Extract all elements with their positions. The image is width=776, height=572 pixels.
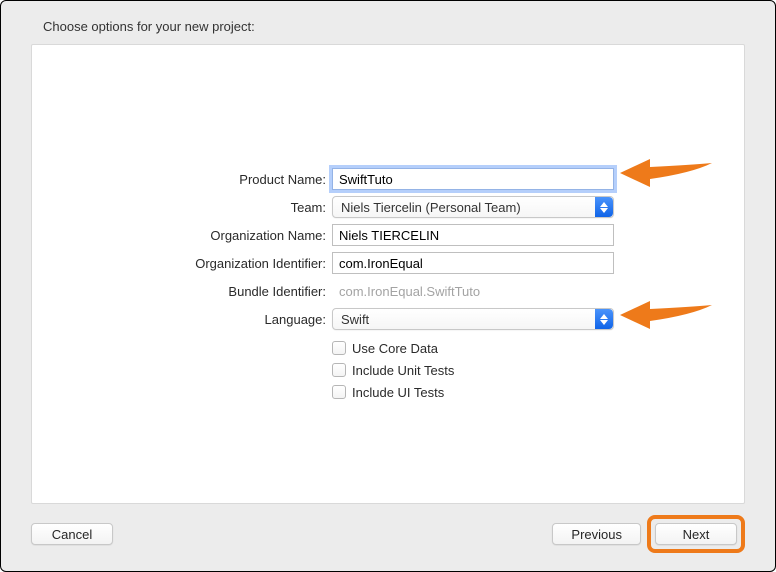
use-core-data-label: Use Core Data [352, 341, 438, 356]
cancel-button[interactable]: Cancel [31, 523, 113, 545]
team-popup-value: Niels Tiercelin (Personal Team) [341, 200, 521, 215]
product-name-label: Product Name: [32, 172, 332, 187]
next-highlight-box: Next [647, 515, 745, 553]
organization-name-field[interactable] [332, 224, 614, 246]
page-title: Choose options for your new project: [1, 1, 775, 44]
organization-identifier-field[interactable] [332, 252, 614, 274]
bundle-identifier-value: com.IronEqual.SwiftTuto [332, 284, 480, 299]
options-form: Product Name: Team: Niels Tiercelin (Per… [32, 165, 744, 403]
next-button[interactable]: Next [655, 523, 737, 545]
footer-buttons: Cancel Previous Next [31, 515, 745, 553]
language-popup-value: Swift [341, 312, 369, 327]
organization-identifier-label: Organization Identifier: [32, 256, 332, 271]
organization-name-label: Organization Name: [32, 228, 332, 243]
include-unit-tests-checkbox[interactable] [332, 363, 346, 377]
language-popup[interactable]: Swift [332, 308, 614, 330]
include-ui-tests-checkbox[interactable] [332, 385, 346, 399]
updown-arrows-icon [595, 197, 613, 217]
options-panel: Product Name: Team: Niels Tiercelin (Per… [31, 44, 745, 504]
updown-arrows-icon [595, 309, 613, 329]
include-ui-tests-label: Include UI Tests [352, 385, 444, 400]
previous-button[interactable]: Previous [552, 523, 641, 545]
product-name-field[interactable] [332, 168, 614, 190]
bundle-identifier-label: Bundle Identifier: [32, 284, 332, 299]
use-core-data-checkbox[interactable] [332, 341, 346, 355]
team-popup[interactable]: Niels Tiercelin (Personal Team) [332, 196, 614, 218]
team-label: Team: [32, 200, 332, 215]
include-unit-tests-label: Include Unit Tests [352, 363, 454, 378]
language-label: Language: [32, 312, 332, 327]
new-project-options-window: Choose options for your new project: Pro… [0, 0, 776, 572]
